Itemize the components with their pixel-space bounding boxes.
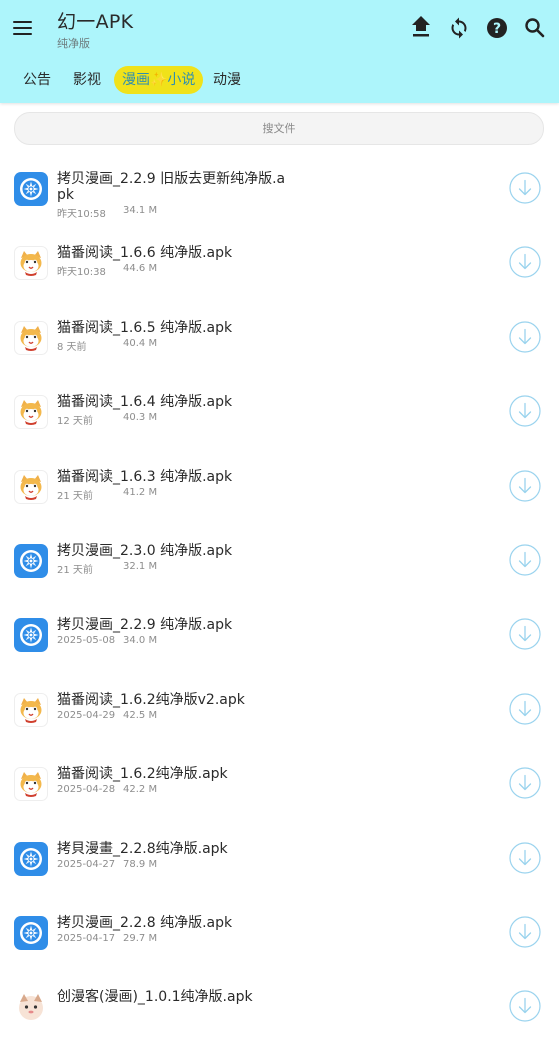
file-size: 34.1 M <box>123 205 158 216</box>
maofan-cat-icon <box>14 321 48 355</box>
search-input[interactable]: 搜文件 <box>14 112 544 145</box>
file-meta: 2025-04-28 42.2 M <box>57 784 157 795</box>
file-date: 21 天前 <box>57 491 93 502</box>
file-meta: 昨天10:58 34.1 M <box>57 205 157 220</box>
file-name: 猫番阅读_1.6.4 纯净版.apk <box>57 394 233 410</box>
file-meta: 12 天前 40.3 M <box>57 412 157 427</box>
copymanga-icon <box>14 544 48 578</box>
tab-movies[interactable]: 影视 <box>73 66 101 94</box>
tab-anime[interactable]: 动漫 <box>213 66 241 94</box>
file-meta: 2025-04-17 29.7 M <box>57 933 157 944</box>
download-icon[interactable] <box>509 916 541 948</box>
file-name: 拷贝漫画_2.2.9 纯净版.apk <box>57 617 233 633</box>
file-date: 8 天前 <box>57 342 87 353</box>
file-date: 12 天前 <box>57 416 93 427</box>
help-icon[interactable]: ? <box>483 14 511 42</box>
file-size: 40.4 M <box>123 338 158 349</box>
file-meta: 8 天前 40.4 M <box>57 338 157 353</box>
download-icon[interactable] <box>509 544 541 576</box>
file-list-item[interactable]: 拷贝漫画_2.3.0 纯净版.apk 21 天前 32.1 M <box>0 523 559 597</box>
download-icon[interactable] <box>509 693 541 725</box>
tab-announcements[interactable]: 公告 <box>23 66 51 94</box>
file-size: 42.2 M <box>123 784 158 795</box>
file-meta: 21 天前 32.1 M <box>57 561 157 576</box>
file-date: 昨天10:38 <box>57 267 106 278</box>
file-list-item[interactable]: 猫番阅读_1.6.2纯净版v2.apk 2025-04-29 42.5 M <box>0 672 559 746</box>
file-size: 34.0 M <box>123 635 158 646</box>
file-list-item[interactable]: 拷贝漫画_2.2.8 纯净版.apk 2025-04-17 29.7 M <box>0 895 559 969</box>
file-name: 创漫客(漫画)_1.0.1纯净版.apk <box>57 989 253 1005</box>
svg-text:?: ? <box>493 21 501 37</box>
file-list-item[interactable]: 猫番阅读_1.6.3 纯净版.apk 21 天前 41.2 M <box>0 449 559 523</box>
file-list-item[interactable]: 猫番阅读_1.6.4 纯净版.apk 12 天前 40.3 M <box>0 374 559 448</box>
file-list-item[interactable]: 猫番阅读_1.6.6 纯净版.apk 昨天10:38 44.6 M <box>0 225 559 299</box>
file-size: 44.6 M <box>123 263 158 274</box>
file-meta: 2025-04-27 78.9 M <box>57 859 157 870</box>
menu-icon[interactable] <box>11 16 35 40</box>
upload-icon[interactable] <box>407 14 435 42</box>
file-list-item[interactable]: 创漫客(漫画)_1.0.1纯净版.apk <box>0 969 559 1043</box>
download-icon[interactable] <box>509 842 541 874</box>
file-name: 拷贝漫画_2.2.8 纯净版.apk <box>57 915 233 931</box>
file-list-item[interactable]: 猫番阅读_1.6.2纯净版.apk 2025-04-28 42.2 M <box>0 746 559 820</box>
copymanga-icon <box>14 618 48 652</box>
file-size: 42.5 M <box>123 710 158 721</box>
download-icon[interactable] <box>509 618 541 650</box>
maofan-cat-icon <box>14 470 48 504</box>
app-subtitle: 纯净版 <box>57 37 90 50</box>
copymanga-icon <box>14 172 48 206</box>
file-list-item[interactable]: 猫番阅读_1.6.5 纯净版.apk 8 天前 40.4 M <box>0 300 559 374</box>
file-size: 78.9 M <box>123 859 158 870</box>
file-name: 拷贝漫画_2.3.0 纯净版.apk <box>57 543 233 559</box>
file-date: 2025-04-28 <box>57 784 116 795</box>
file-name: 拷貝漫畫_2.2.8纯净版.apk <box>57 841 228 857</box>
download-icon[interactable] <box>509 246 541 278</box>
file-size: 32.1 M <box>123 561 158 572</box>
maofan-cat-icon <box>14 693 48 727</box>
tab-comics-novels[interactable]: 漫画✨小说 <box>114 66 204 94</box>
app-header: 幻一APK 纯净版 ? 公告 影视 漫画✨小说 动漫 <box>0 0 559 103</box>
download-icon[interactable] <box>509 172 541 204</box>
file-list-item[interactable]: 拷贝漫画_2.2.9 旧版去更新纯净版.apk 昨天10:58 34.1 M <box>0 151 559 225</box>
copymanga-icon <box>14 916 48 950</box>
file-name: 猫番阅读_1.6.6 纯净版.apk <box>57 245 233 261</box>
app-title: 幻一APK <box>57 11 134 33</box>
file-name: 猫番阅读_1.6.5 纯净版.apk <box>57 320 233 336</box>
file-date: 2025-04-27 <box>57 859 116 870</box>
file-name: 猫番阅读_1.6.3 纯净版.apk <box>57 469 233 485</box>
file-meta: 2025-05-08 34.0 M <box>57 635 157 646</box>
file-date: 2025-04-17 <box>57 933 116 944</box>
file-list-item[interactable]: 拷贝漫画_2.2.9 纯净版.apk 2025-05-08 34.0 M <box>0 597 559 671</box>
file-list-item[interactable]: 拷貝漫畫_2.2.8纯净版.apk 2025-04-27 78.9 M <box>0 821 559 895</box>
file-size: 29.7 M <box>123 933 158 944</box>
copymanga-icon <box>14 842 48 876</box>
file-size: 41.2 M <box>123 487 158 498</box>
file-name: 猫番阅读_1.6.2纯净版.apk <box>57 766 228 782</box>
file-date: 2025-05-08 <box>57 635 116 646</box>
file-date: 2025-04-29 <box>57 710 116 721</box>
maofan-cat-icon <box>14 395 48 429</box>
download-icon[interactable] <box>509 767 541 799</box>
file-size: 40.3 M <box>123 412 158 423</box>
download-icon[interactable] <box>509 470 541 502</box>
file-date: 21 天前 <box>57 565 93 576</box>
file-date: 昨天10:58 <box>57 209 106 220</box>
file-name: 猫番阅读_1.6.2纯净版v2.apk <box>57 692 245 708</box>
chuangmanke-icon <box>14 990 48 1024</box>
file-meta: 昨天10:38 44.6 M <box>57 263 157 278</box>
file-meta: 21 天前 41.2 M <box>57 487 157 502</box>
download-icon[interactable] <box>509 321 541 353</box>
file-meta: 2025-04-29 42.5 M <box>57 710 157 721</box>
search-icon[interactable] <box>521 14 549 42</box>
refresh-icon[interactable] <box>445 14 473 42</box>
maofan-cat-icon <box>14 767 48 801</box>
maofan-cat-icon <box>14 246 48 280</box>
file-name: 拷贝漫画_2.2.9 旧版去更新纯净版.apk <box>57 171 286 203</box>
download-icon[interactable] <box>509 395 541 427</box>
download-icon[interactable] <box>509 990 541 1022</box>
